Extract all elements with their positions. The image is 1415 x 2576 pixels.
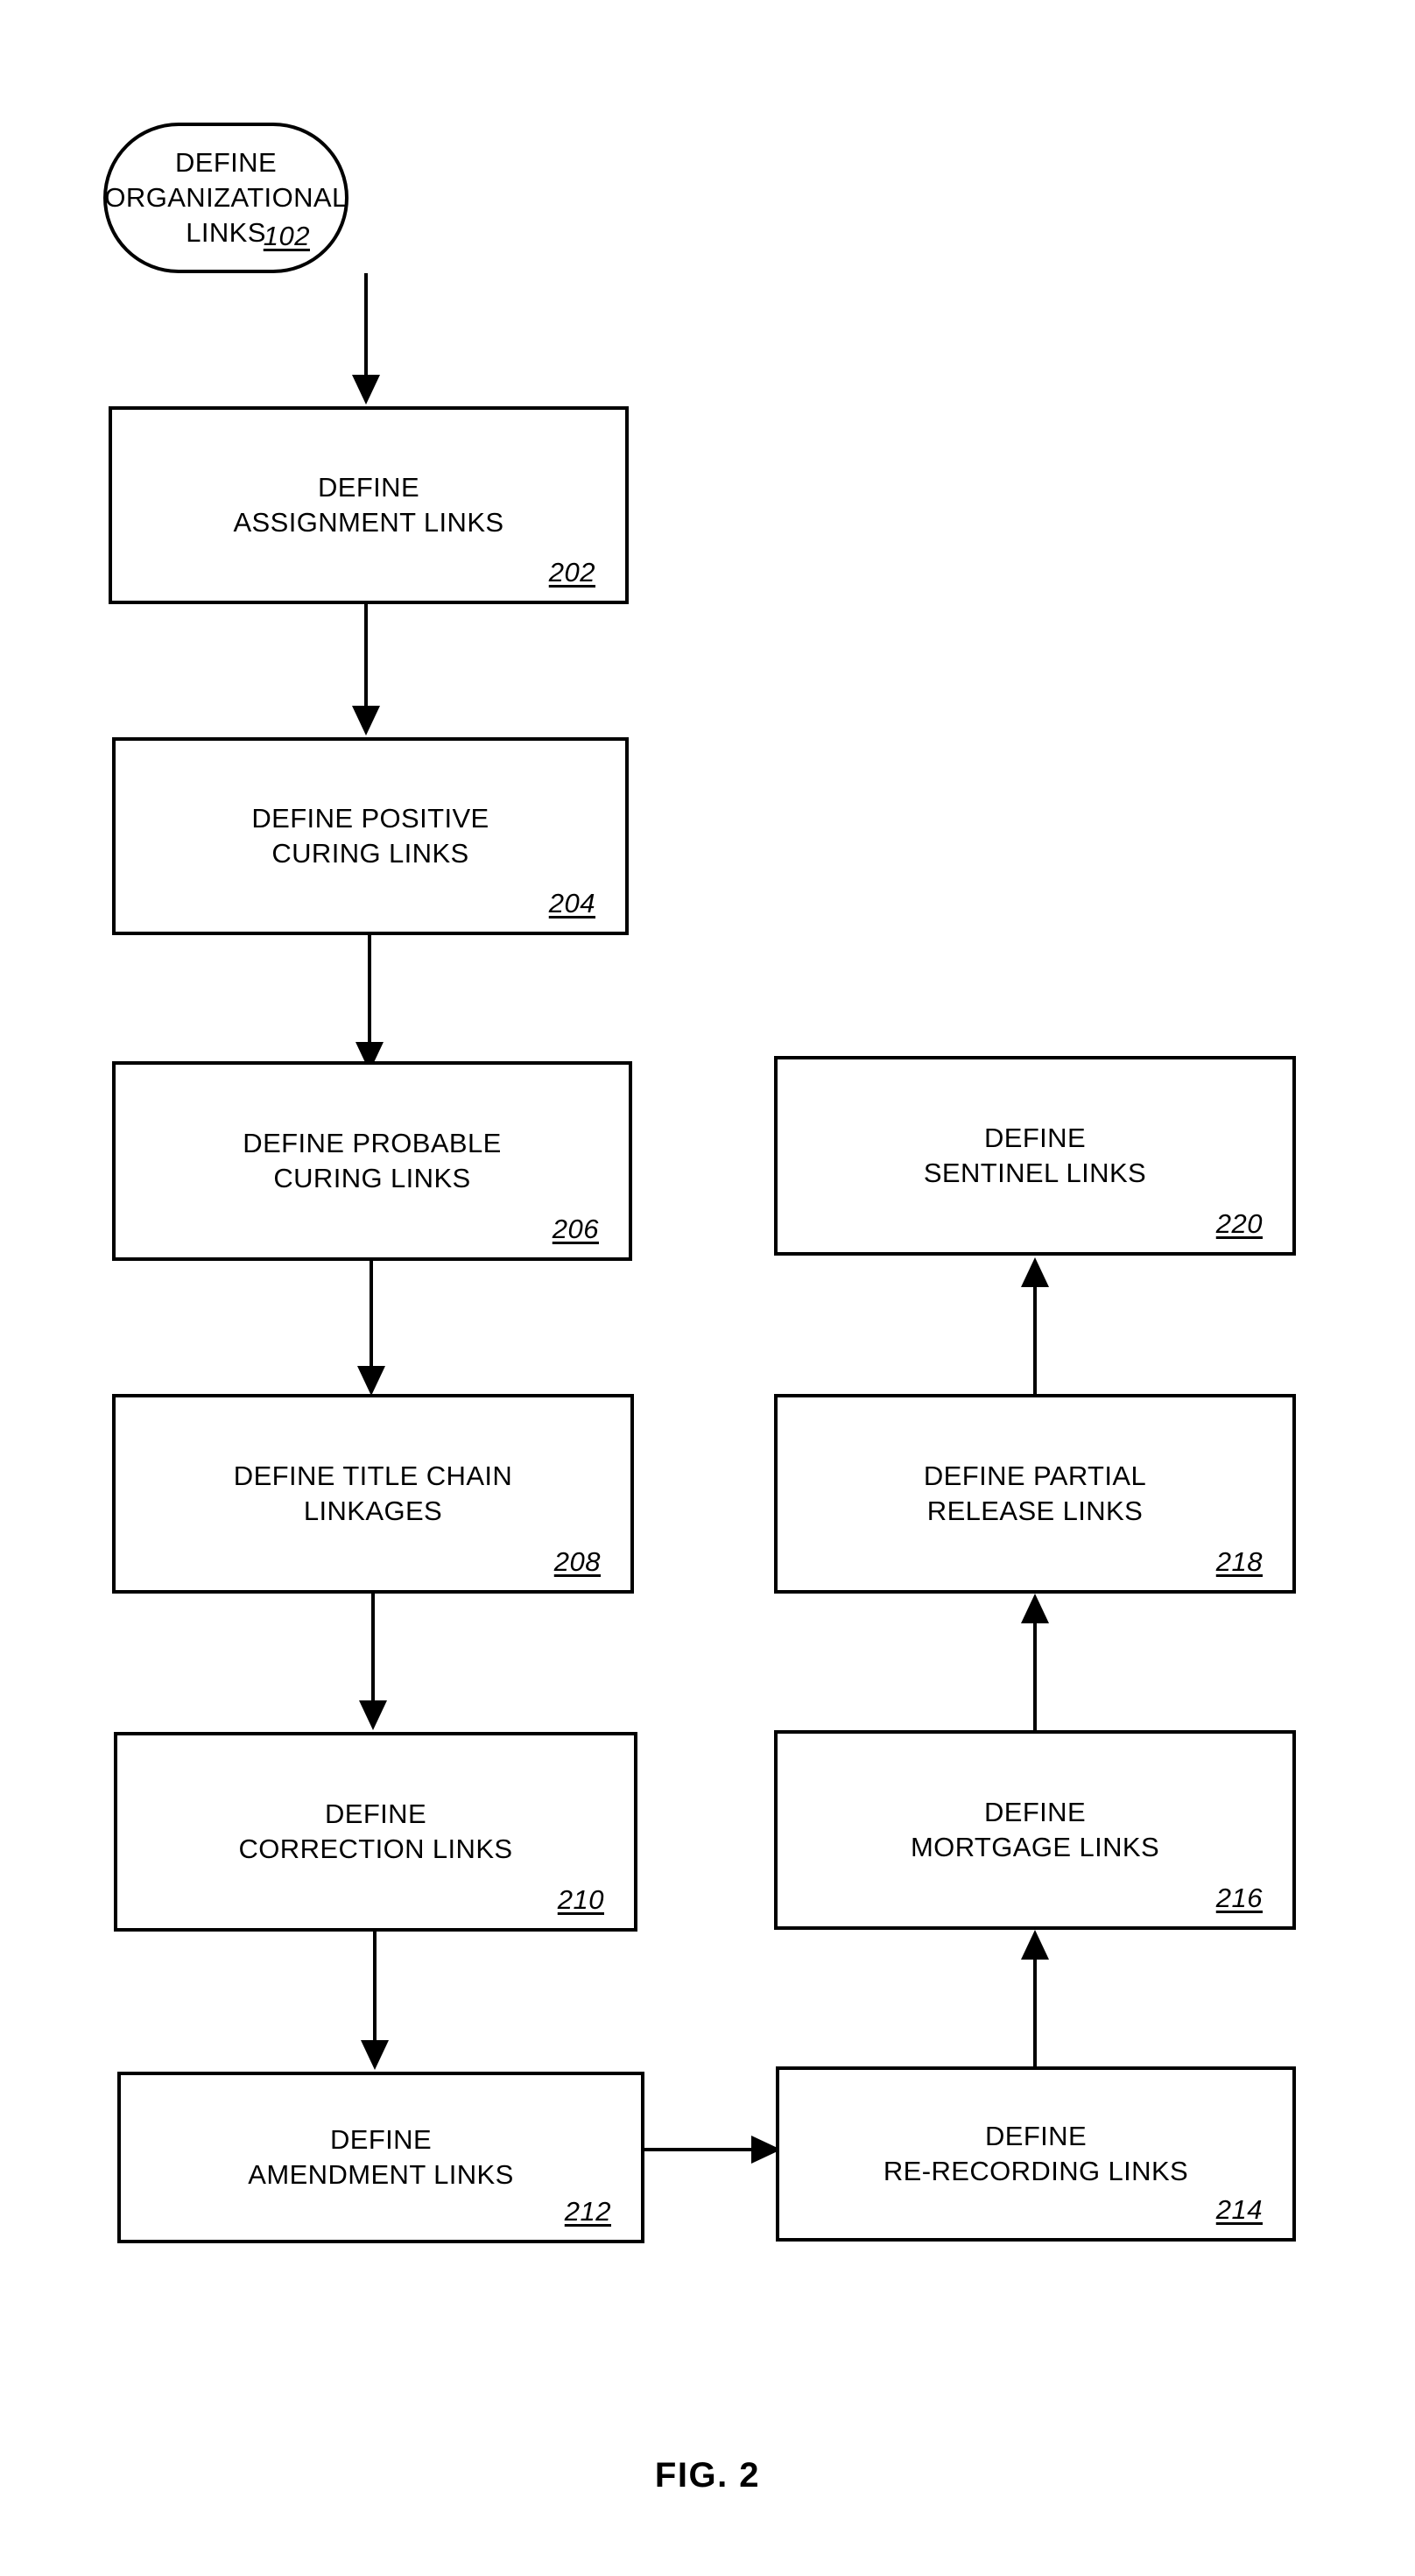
node-reference-numeral: 218 <box>1215 1546 1263 1577</box>
node-label: DEFINE PROBABLE CURING LINKS <box>243 1128 502 1193</box>
node-probable-curing-links: DEFINE PROBABLE CURING LINKS 206 <box>112 1061 632 1261</box>
arrowhead-down-icon <box>361 2040 389 2070</box>
connector-line <box>371 1594 375 1704</box>
node-label: DEFINE TITLE CHAIN LINKAGES <box>233 1460 513 1526</box>
node-reference-numeral: 212 <box>564 2196 611 2227</box>
node-label: DEFINE PARTIAL RELEASE LINKS <box>923 1460 1147 1526</box>
connector-line <box>1033 1960 1037 2068</box>
node-re-recording-links: DEFINE RE-RECORDING LINKS 214 <box>776 2066 1296 2242</box>
connector-line <box>364 604 368 709</box>
node-reference-numeral: 102 <box>263 221 310 251</box>
node-label: DEFINE ASSIGNMENT LINKS <box>233 472 504 538</box>
node-label: DEFINE RE-RECORDING LINKS <box>883 2121 1189 2186</box>
arrowhead-down-icon <box>352 706 380 735</box>
node-reference-numeral: 220 <box>1215 1208 1263 1239</box>
node-reference-numeral: 204 <box>548 888 595 918</box>
arrowhead-down-icon <box>357 1366 385 1396</box>
arrowhead-up-icon <box>1021 1257 1049 1287</box>
connector-line <box>1033 1287 1037 1396</box>
figure-caption: FIG. 2 <box>654 2456 761 2495</box>
connector-line <box>373 1932 377 2044</box>
node-label: DEFINE MORTGAGE LINKS <box>910 1797 1160 1862</box>
node-mortgage-links: DEFINE MORTGAGE LINKS 216 <box>774 1730 1296 1930</box>
node-label: DEFINE ORGANIZATIONAL LINKS <box>104 147 348 248</box>
arrowhead-up-icon <box>1021 1930 1049 1960</box>
node-sentinel-links: DEFINE SENTINEL LINKS 220 <box>774 1056 1296 1256</box>
connector-line <box>370 1261 373 1369</box>
node-reference-numeral: 202 <box>548 557 595 588</box>
arrowhead-up-icon <box>1021 1594 1049 1623</box>
patent-figure-page: DEFINE ORGANIZATIONAL LINKS 102 DEFINE A… <box>0 0 1415 2576</box>
node-reference-numeral: 214 <box>1215 2194 1263 2225</box>
node-organizational-links: DEFINE ORGANIZATIONAL LINKS 102 <box>103 123 348 273</box>
connector-line <box>368 935 371 1045</box>
connector-line <box>1033 1623 1037 1732</box>
node-reference-numeral: 210 <box>557 1884 604 1915</box>
node-label: DEFINE SENTINEL LINKS <box>923 1123 1147 1188</box>
arrowhead-down-icon <box>359 1700 387 1730</box>
node-partial-release-links: DEFINE PARTIAL RELEASE LINKS 218 <box>774 1394 1296 1594</box>
node-amendment-links: DEFINE AMENDMENT LINKS 212 <box>117 2072 644 2243</box>
node-reference-numeral: 216 <box>1215 1883 1263 1913</box>
node-reference-numeral: 206 <box>552 1214 599 1244</box>
node-label: DEFINE CORRECTION LINKS <box>238 1798 513 1864</box>
node-positive-curing-links: DEFINE POSITIVE CURING LINKS 204 <box>112 737 629 935</box>
node-label: DEFINE POSITIVE CURING LINKS <box>251 803 489 869</box>
arrowhead-down-icon <box>352 375 380 405</box>
node-label: DEFINE AMENDMENT LINKS <box>248 2124 514 2190</box>
connector-line <box>364 273 368 378</box>
node-assignment-links: DEFINE ASSIGNMENT LINKS 202 <box>109 406 629 604</box>
node-correction-links: DEFINE CORRECTION LINKS 210 <box>114 1732 637 1932</box>
node-title-chain-linkages: DEFINE TITLE CHAIN LINKAGES 208 <box>112 1394 634 1594</box>
connector-line <box>644 2148 755 2151</box>
node-reference-numeral: 208 <box>553 1546 601 1577</box>
